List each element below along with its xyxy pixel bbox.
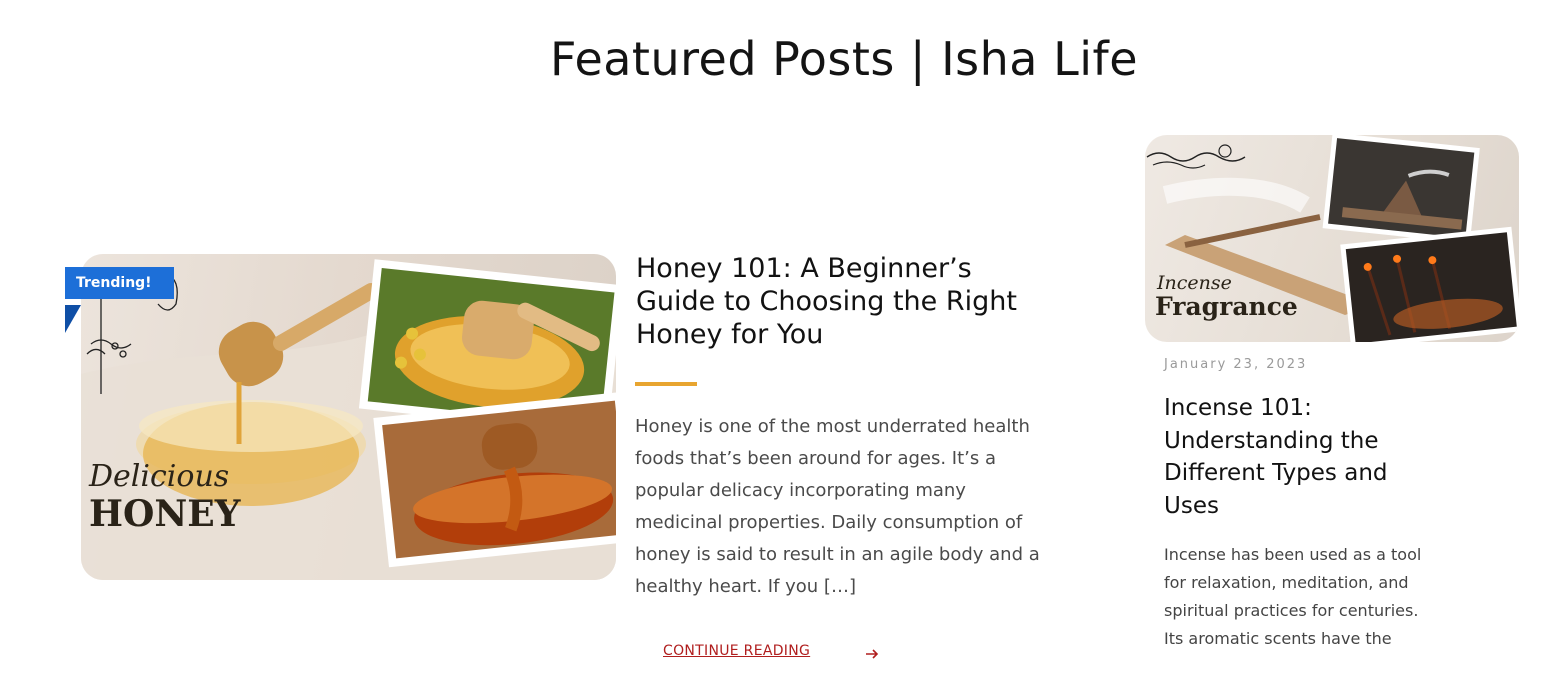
continue-reading-link[interactable]: CONTINUE READING [663,643,810,659]
incense-caption-main: Fragrance [1155,292,1298,321]
side-post-date: January 23, 2023 [1164,357,1308,372]
honey-caption-script: Delicious [88,459,229,494]
featured-post-excerpt: Honey is one of the most underrated heal… [635,416,1040,597]
title-accent-rule [635,382,697,386]
honey-post-image[interactable]: Delicious HONEY [81,254,616,580]
trending-badge: Trending! [65,267,174,299]
side-post-title[interactable]: Incense 101: Understanding the Different… [1164,392,1444,522]
arrow-right-icon[interactable] [864,646,880,662]
featured-post-title[interactable]: Honey 101: A Beginner’s Guide to Choosin… [636,252,1056,351]
page-title: Featured Posts | Isha Life [550,32,1138,86]
incense-post-image[interactable]: Incense Fragrance [1145,135,1519,342]
incense-caption-script: Incense [1156,272,1232,294]
side-post-excerpt: Incense has been used as a tool for rela… [1164,545,1422,648]
honey-caption-main: HONEY [89,493,242,535]
trending-badge-fold [65,305,81,333]
